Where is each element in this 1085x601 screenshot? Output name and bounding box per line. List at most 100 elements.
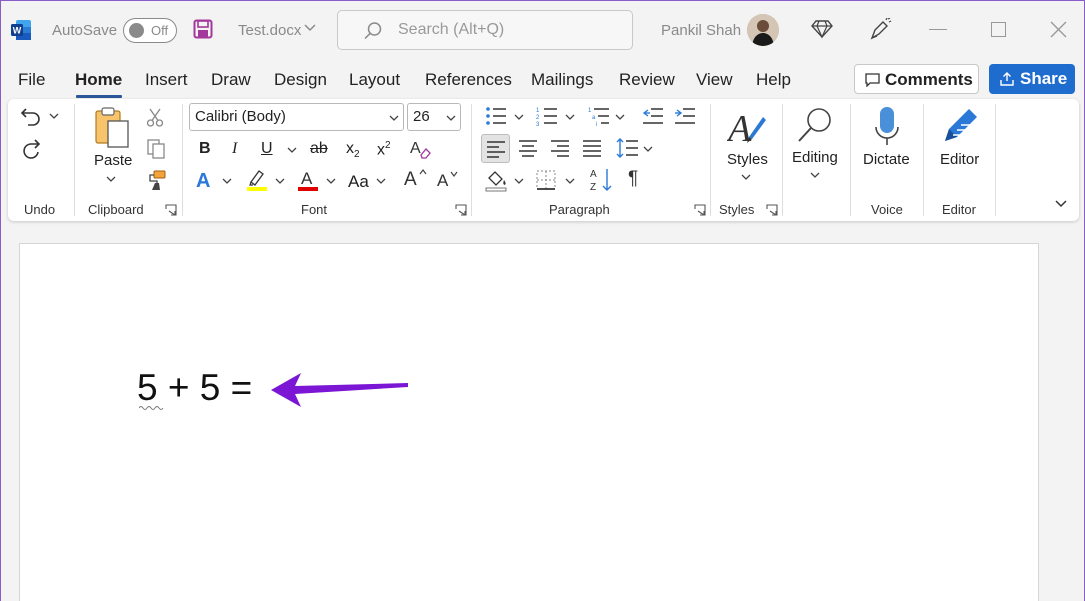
sort-icon[interactable]: AZ	[589, 167, 613, 193]
text-effects-dropdown-icon[interactable]	[222, 177, 232, 185]
close-icon[interactable]	[1050, 21, 1067, 38]
autosave-toggle[interactable]: Off	[123, 18, 177, 43]
editing-dropdown-icon[interactable]	[810, 171, 820, 179]
svg-text:A: A	[410, 140, 421, 157]
decrease-indent-icon[interactable]	[642, 106, 664, 126]
paste-clipboard-icon[interactable]	[93, 107, 133, 149]
dictate-microphone-icon[interactable]	[873, 105, 901, 147]
show-formatting-marks-button[interactable]: ¶	[628, 168, 638, 190]
numbering-icon[interactable]: 123	[536, 106, 558, 126]
toggle-knob	[129, 23, 144, 38]
styles-label[interactable]: Styles	[727, 151, 768, 168]
strikethrough-button[interactable]: ab	[310, 140, 328, 158]
font-size-value: 26	[413, 108, 430, 125]
tab-layout[interactable]: Layout	[349, 70, 400, 90]
share-button[interactable]: Share	[989, 64, 1075, 94]
undo-icon[interactable]	[20, 105, 42, 127]
tab-references[interactable]: References	[425, 70, 512, 90]
spelling-squiggle	[139, 405, 165, 411]
tab-insert[interactable]: Insert	[145, 70, 188, 90]
tab-home[interactable]: Home	[75, 70, 122, 90]
align-center-icon[interactable]	[518, 139, 538, 157]
maximize-icon[interactable]	[991, 22, 1006, 37]
document-filename[interactable]: Test.docx	[238, 22, 301, 39]
ribbon-collapse-chevron-icon[interactable]	[1054, 199, 1068, 209]
tab-file[interactable]: File	[18, 70, 45, 90]
highlight-dropdown-icon[interactable]	[275, 177, 285, 185]
tab-help[interactable]: Help	[756, 70, 791, 90]
editor-label[interactable]: Editor	[940, 151, 979, 168]
autosave-state: Off	[151, 23, 169, 38]
highlight-color-icon[interactable]	[246, 168, 268, 192]
line-spacing-dropdown-icon[interactable]	[643, 145, 653, 153]
search-box[interactable]: Search (Alt+Q)	[337, 10, 633, 50]
user-avatar[interactable]	[747, 14, 779, 46]
document-text[interactable]: 5 + 5 =	[137, 367, 252, 409]
change-case-dropdown-icon[interactable]	[376, 177, 386, 185]
multilevel-list-icon[interactable]: 1ai	[588, 106, 610, 126]
bullets-icon[interactable]	[485, 106, 507, 126]
redo-icon[interactable]	[20, 138, 42, 160]
styles-gallery-icon[interactable]: A	[727, 107, 767, 147]
font-color-dropdown-icon[interactable]	[326, 177, 336, 185]
text-effects-button[interactable]: A	[196, 170, 210, 193]
search-placeholder: Search (Alt+Q)	[398, 21, 505, 38]
format-painter-icon[interactable]	[145, 169, 167, 191]
tab-review[interactable]: Review	[619, 70, 675, 90]
clipboard-launcher-icon[interactable]	[165, 204, 177, 216]
superscript-button[interactable]: x2	[377, 140, 391, 159]
numbering-dropdown-icon[interactable]	[565, 113, 575, 121]
underline-dropdown-icon[interactable]	[287, 146, 297, 154]
word-logo-icon: W	[10, 19, 32, 41]
svg-text:1: 1	[588, 108, 592, 114]
editing-label[interactable]: Editing	[792, 149, 838, 166]
comments-button[interactable]: Comments	[854, 64, 979, 94]
grow-font-button[interactable]: A	[404, 169, 417, 191]
tab-design[interactable]: Design	[274, 70, 327, 90]
user-name[interactable]: Pankil Shah	[661, 22, 741, 39]
undo-dropdown-icon[interactable]	[49, 112, 59, 120]
increase-indent-icon[interactable]	[674, 106, 696, 126]
editing-magnifier-icon[interactable]	[795, 105, 835, 145]
coauthor-pen-icon[interactable]	[869, 18, 893, 40]
underline-button[interactable]: U	[261, 140, 273, 158]
cut-scissors-icon[interactable]	[146, 108, 164, 128]
line-spacing-icon[interactable]	[615, 137, 639, 159]
font-name-combo[interactable]: Calibri (Body)	[189, 103, 404, 131]
shrink-font-button[interactable]: A	[437, 171, 448, 191]
document-page[interactable]	[19, 243, 1039, 601]
editor-pen-icon[interactable]	[939, 105, 981, 147]
font-size-combo[interactable]: 26	[407, 103, 461, 131]
shading-dropdown-icon[interactable]	[514, 177, 524, 185]
minimize-icon[interactable]	[929, 29, 947, 30]
styles-launcher-icon[interactable]	[766, 204, 778, 216]
align-right-icon[interactable]	[550, 139, 570, 157]
paste-dropdown-icon[interactable]	[106, 175, 116, 183]
change-case-button[interactable]: Aa	[348, 172, 369, 192]
font-color-icon[interactable]: A	[297, 168, 319, 192]
group-divider	[782, 104, 783, 216]
styles-dropdown-icon[interactable]	[741, 173, 751, 181]
multilevel-dropdown-icon[interactable]	[615, 113, 625, 121]
paragraph-launcher-icon[interactable]	[694, 204, 706, 216]
dictate-label[interactable]: Dictate	[863, 151, 910, 168]
save-icon[interactable]	[193, 19, 213, 39]
tab-view[interactable]: View	[696, 70, 733, 90]
tab-draw[interactable]: Draw	[211, 70, 251, 90]
filename-chevron-icon[interactable]	[304, 23, 316, 33]
italic-button[interactable]: I	[232, 140, 237, 158]
shading-icon[interactable]	[485, 168, 509, 192]
align-left-button[interactable]	[481, 134, 510, 163]
copy-icon[interactable]	[146, 139, 166, 159]
subscript-button[interactable]: x2	[346, 140, 360, 160]
paste-label[interactable]: Paste	[94, 152, 132, 169]
bullets-dropdown-icon[interactable]	[514, 113, 524, 121]
premium-diamond-icon[interactable]	[811, 19, 833, 39]
borders-icon[interactable]	[536, 170, 556, 190]
borders-dropdown-icon[interactable]	[565, 177, 575, 185]
justify-icon[interactable]	[582, 139, 602, 157]
clear-formatting-icon[interactable]: A	[409, 138, 431, 160]
tab-mailings[interactable]: Mailings	[531, 70, 593, 90]
font-launcher-icon[interactable]	[455, 204, 467, 216]
bold-button[interactable]: B	[199, 140, 211, 158]
